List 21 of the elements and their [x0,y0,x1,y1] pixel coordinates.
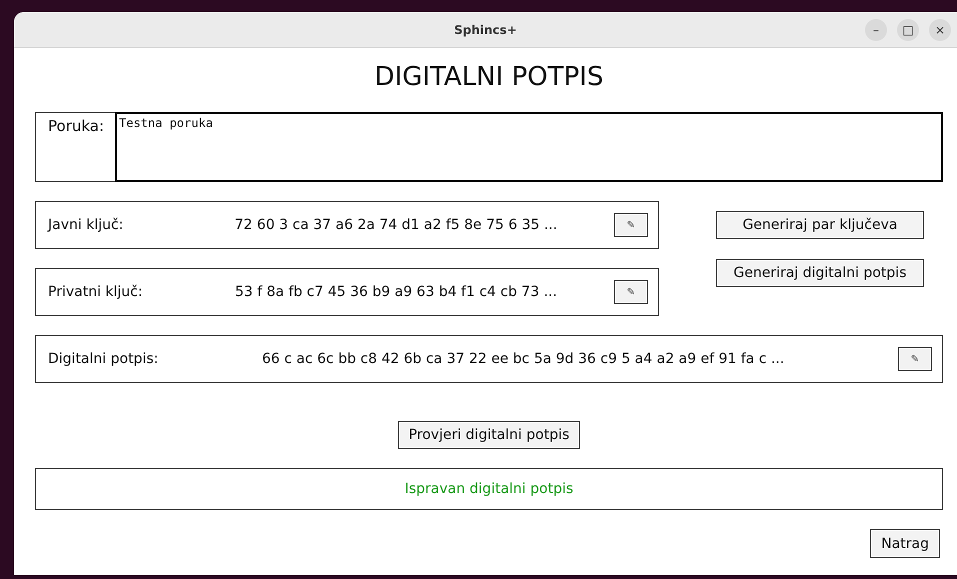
minimize-button[interactable]: – [865,19,887,41]
message-label: Poruka: [35,112,115,182]
key-label: Privatni ključ: [48,284,144,300]
edit-button[interactable]: ✎ [614,280,648,304]
result-message: Ispravan digitalni potpis [404,481,574,497]
generate-button[interactable]: Generiraj par ključeva [716,211,924,239]
window-title: Sphincs+ [454,22,517,36]
signature-label: Digitalni potpis: [48,351,160,367]
generate-button[interactable]: Generiraj digitalni potpis [716,259,924,287]
key-value: 72 60 3 ca 37 a6 2a 74 d1 a2 f5 8e 75 6 35 ... [234,217,558,233]
signature-value: 66 c ac 6c bb c8 42 6b ca 37 22 ee bc 5a 9d 36 c9 5 a4 a2 a9 ef 91 fa c ... [261,351,786,367]
key-label: Javni ključ: [48,217,124,233]
maximize-button[interactable]: □ [897,19,919,41]
verify-button[interactable]: Provjeri digitalni potpis [398,421,580,449]
back-button[interactable]: Natrag [870,529,940,558]
edit-button[interactable]: ✎ [898,347,932,371]
close-button[interactable]: × [929,19,951,41]
edit-button[interactable]: ✎ [614,213,648,237]
key-value: 53 f 8a fb c7 45 36 b9 a9 63 b4 f1 c4 cb 73 ... [234,284,558,300]
page-heading: DIGITALNI POTPIS [374,62,604,92]
message-field[interactable]: Testna poruka [115,112,943,182]
